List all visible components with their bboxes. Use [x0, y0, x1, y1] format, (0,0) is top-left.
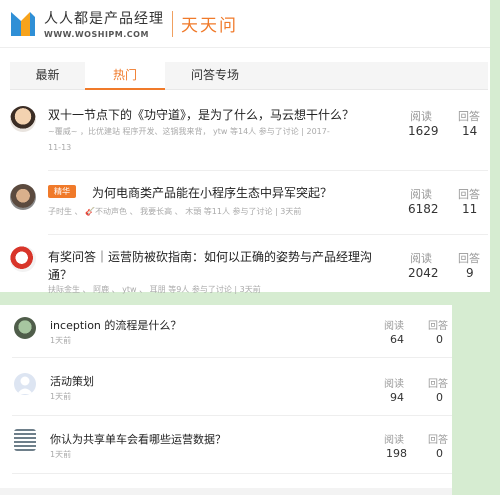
answers-count: 0 [436, 333, 443, 346]
question-title[interactable]: 有奖问答｜运营防被砍指南：如何以正确的姿势与产品经理沟 [48, 248, 372, 265]
answers-label: 回答 [428, 321, 448, 332]
question-item[interactable]: 精华 为何电商类产品能在小程序生态中异军突起？ 子时生 、 🎸不动声色 、 我要… [0, 180, 490, 230]
bottom-panel: inception 的流程是什么？ 1天前 阅读 64 回答 0 活动策划 1天… [0, 305, 452, 495]
views-count: 1629 [408, 124, 439, 138]
views-count: 2042 [408, 266, 439, 280]
question-meta: 子时生 、 🎸不动声色 、 我要长高 、 木頭 等11人 参与了讨论 | 3天前 [48, 207, 302, 216]
logo-title: 人人都是产品经理 [44, 11, 164, 27]
tab-hot[interactable]: 热门 [85, 62, 165, 90]
logo-url: WWW.WOSHIPM.COM [44, 30, 149, 39]
question-meta: 扶际金生 、 阿鹿 、 ytw 、 耳朋 等9人 参与了讨论 | 3天前 [48, 285, 261, 294]
answers-count: 9 [466, 266, 474, 280]
views-count: 64 [390, 333, 404, 346]
top-panel: 人人都是产品经理 WWW.WOSHIPM.COM 天天问 最新 热门 问答专场 … [0, 0, 490, 294]
question-item[interactable]: 双十一节点下的《功守道》，是为了什么，马云想干什么？ ~覆威~ ，比优建站 程序… [0, 100, 490, 160]
avatar[interactable] [10, 246, 36, 272]
answers-count: 11 [462, 202, 478, 216]
avatar[interactable] [14, 429, 36, 451]
question-time: 1天前 [50, 450, 72, 459]
views-count: 6182 [408, 202, 439, 216]
tab-qa-session[interactable]: 问答专场 [165, 62, 265, 90]
avatar[interactable] [14, 317, 36, 339]
avatar[interactable] [10, 184, 36, 210]
site-logo-icon[interactable] [8, 9, 38, 39]
answers-label: 回答 [428, 379, 448, 390]
avatar[interactable] [10, 106, 36, 132]
views-count: 94 [390, 391, 404, 404]
question-title[interactable]: 为何电商类产品能在小程序生态中异军突起？ [92, 184, 332, 201]
question-time: 1天前 [50, 392, 72, 401]
question-title[interactable]: inception 的流程是什么？ [50, 317, 181, 333]
question-title[interactable]: 你认为共享单车会看哪些运营数据？ [50, 431, 226, 447]
views-label: 阅读 [410, 252, 432, 265]
row-divider [48, 234, 488, 235]
site-header: 人人都是产品经理 WWW.WOSHIPM.COM 天天问 [0, 0, 490, 48]
answers-label: 回答 [458, 110, 480, 123]
featured-badge: 精华 [48, 185, 76, 198]
question-title[interactable]: 双十一节点下的《功守道》，是为了什么，马云想干什么？ [48, 106, 354, 123]
question-tabs: 最新 热门 问答专场 [10, 62, 488, 90]
views-label: 阅读 [410, 110, 432, 123]
question-meta: ~覆威~ ，比优建站 程序开发、这锅我来背， ytw 等14人 参与了讨论 | … [48, 127, 330, 136]
answers-count: 14 [462, 124, 478, 138]
question-title-wrap[interactable]: 通？ [48, 266, 72, 283]
row-divider [12, 415, 452, 416]
tab-latest[interactable]: 最新 [10, 62, 85, 90]
answers-label: 回答 [458, 188, 480, 201]
row-divider [48, 170, 488, 171]
row-divider [12, 357, 452, 358]
next-item-partial [0, 488, 452, 495]
views-label: 阅读 [384, 321, 404, 332]
answers-label: 回答 [428, 435, 448, 446]
row-divider [12, 473, 452, 474]
answers-count: 0 [436, 391, 443, 404]
views-label: 阅读 [384, 435, 404, 446]
views-count: 198 [386, 447, 407, 460]
question-time: 1天前 [50, 336, 72, 345]
question-title[interactable]: 活动策划 [50, 373, 94, 389]
views-label: 阅读 [384, 379, 404, 390]
header-divider [172, 10, 173, 37]
default-avatar-icon[interactable] [14, 373, 36, 395]
question-item[interactable]: 有奖问答｜运营防被砍指南：如何以正确的姿势与产品经理沟 通？ 扶际金生 、 阿鹿… [0, 244, 490, 294]
logo-text[interactable]: 人人都是产品经理 WWW.WOSHIPM.COM [44, 8, 164, 39]
answers-count: 0 [436, 447, 443, 460]
channel-title[interactable]: 天天问 [181, 11, 238, 36]
answers-label: 回答 [458, 252, 480, 265]
views-label: 阅读 [410, 188, 432, 201]
question-date: 11-13 [48, 143, 72, 152]
